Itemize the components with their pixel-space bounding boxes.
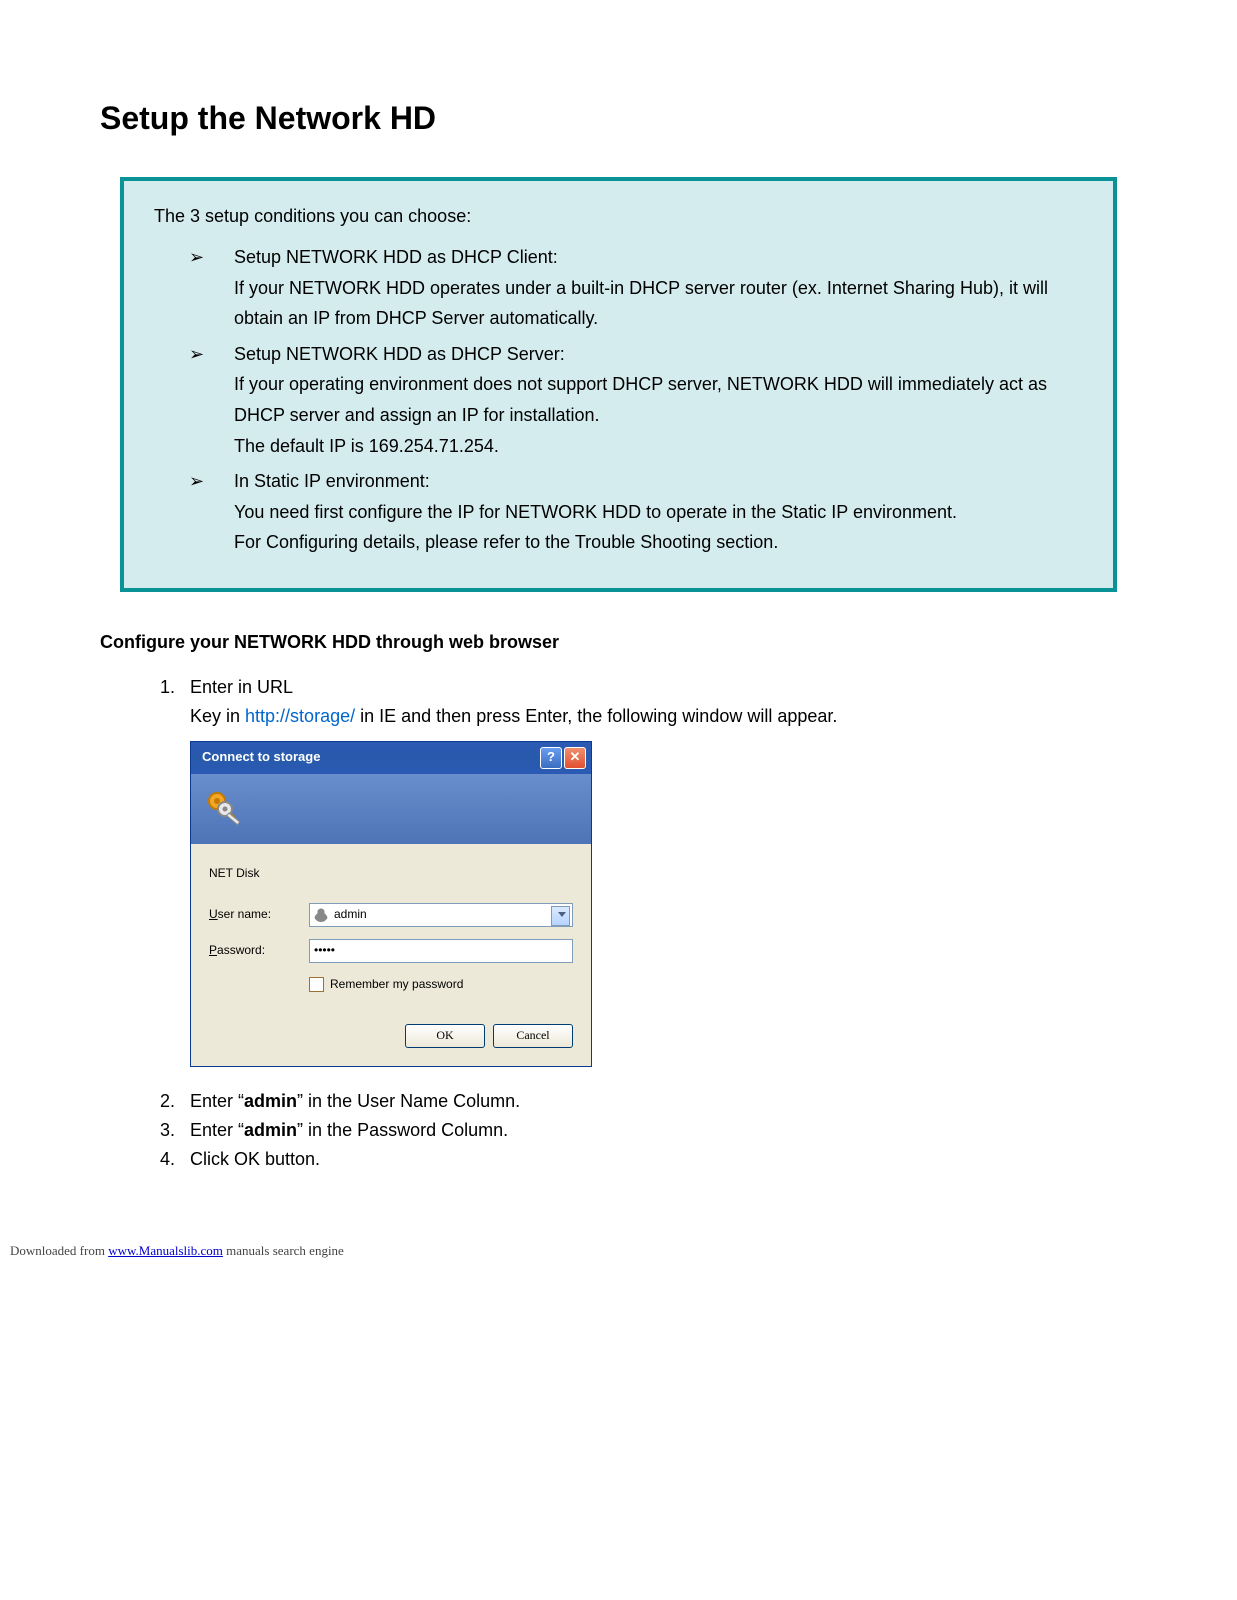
close-button[interactable]: ✕ <box>564 747 586 769</box>
step-item: Click OK button. <box>180 1145 1137 1174</box>
step-text: Key in <box>190 706 245 726</box>
remember-label: Remember my password <box>330 975 463 994</box>
footer-link[interactable]: www.Manualslib.com <box>108 1243 223 1258</box>
remember-checkbox[interactable] <box>309 977 324 992</box>
bullet-title: Setup NETWORK HDD as DHCP Server: <box>234 344 565 364</box>
password-value: ••••• <box>314 941 335 960</box>
help-button[interactable]: ? <box>540 747 562 769</box>
cancel-button[interactable]: Cancel <box>493 1024 573 1048</box>
step-item: Enter “admin” in the Password Column. <box>180 1116 1137 1145</box>
footer: Downloaded from www.Manualslib.com manua… <box>10 1243 1237 1259</box>
bullet-body: If your NETWORK HDD operates under a bui… <box>234 278 1048 329</box>
password-label: Password: <box>209 941 309 960</box>
section-subhead: Configure your NETWORK HDD through web b… <box>100 632 1137 653</box>
step-title: Enter in URL <box>190 677 293 697</box>
dialog-header <box>191 774 591 844</box>
bullet-item: Setup NETWORK HDD as DHCP Server: If you… <box>154 339 1083 461</box>
info-box: The 3 setup conditions you can choose: S… <box>120 177 1117 592</box>
bullet-title: Setup NETWORK HDD as DHCP Client: <box>234 247 558 267</box>
page-title: Setup the Network HD <box>100 100 1137 137</box>
netdisk-label: NET Disk <box>209 864 573 883</box>
bullet-body: If your operating environment does not s… <box>234 374 1047 425</box>
user-icon <box>314 908 328 922</box>
dialog-titlebar: Connect to storage ? ✕ <box>191 742 591 774</box>
step-item: Enter “admin” in the User Name Column. <box>180 1087 1137 1116</box>
inline-link: http://storage/ <box>245 706 355 726</box>
step-item: Enter in URL Key in http://storage/ in I… <box>180 673 1137 1067</box>
username-value: admin <box>334 905 367 924</box>
dialog-title: Connect to storage <box>202 747 320 768</box>
login-dialog: Connect to storage ? ✕ <box>190 741 592 1067</box>
bullet-body: You need first configure the IP for NETW… <box>234 502 957 522</box>
step-text: in IE and then press Enter, the followin… <box>355 706 837 726</box>
info-intro: The 3 setup conditions you can choose: <box>154 206 1083 227</box>
username-combo[interactable]: admin <box>309 903 573 927</box>
password-input[interactable]: ••••• <box>309 939 573 963</box>
bullet-item: Setup NETWORK HDD as DHCP Client: If you… <box>154 242 1083 334</box>
ok-button[interactable]: OK <box>405 1024 485 1048</box>
chevron-down-icon <box>558 912 566 917</box>
keys-icon <box>203 787 247 831</box>
username-label: User name: <box>209 905 309 924</box>
bullet-body2: The default IP is 169.254.71.254. <box>234 436 499 456</box>
bullet-body2: For Configuring details, please refer to… <box>234 532 778 552</box>
bullet-title: In Static IP environment: <box>234 471 430 491</box>
bullet-item: In Static IP environment: You need first… <box>154 466 1083 558</box>
